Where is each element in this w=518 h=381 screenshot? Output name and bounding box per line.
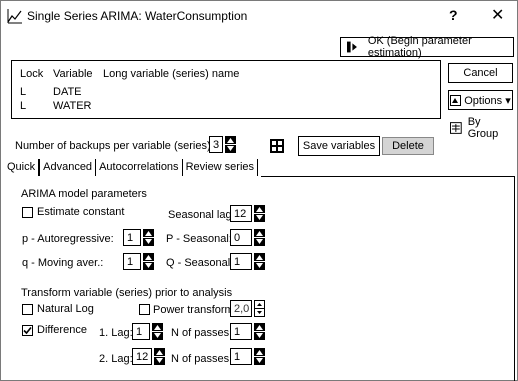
q-value[interactable]: 1: [123, 253, 141, 270]
row-variable[interactable]: DATE: [53, 86, 82, 98]
difference-checkbox[interactable]: [22, 325, 33, 336]
Q-seasonal-spinner[interactable]: 1: [230, 253, 265, 270]
tab-quick[interactable]: Quick: [4, 159, 41, 176]
passes1-spinner[interactable]: 1: [230, 323, 265, 340]
ok-label: OK (Begin parameter estimation): [367, 35, 472, 59]
P-seasonal-label: P - Seasonal:: [166, 233, 232, 245]
title-bar: Single Series ARIMA: WaterConsumption ? …: [1, 1, 517, 31]
bygroup-button[interactable]: By Group: [448, 116, 513, 140]
passes2-value[interactable]: 1: [230, 348, 252, 365]
spin-arrows-icon[interactable]: [154, 348, 165, 365]
tab-review-series[interactable]: Review series: [183, 159, 259, 176]
spin-arrows-icon[interactable]: [143, 229, 154, 246]
chart-icon: [7, 9, 22, 24]
Q-seasonal-value[interactable]: 1: [230, 253, 252, 270]
options-button[interactable]: Options ▾: [448, 90, 513, 110]
group-icon: [450, 122, 462, 134]
tab-divider: [261, 176, 515, 177]
tab-autocorrelations[interactable]: Autocorrelations: [96, 159, 183, 176]
estimate-constant-checkbox[interactable]: [22, 207, 33, 218]
spin-arrows-icon[interactable]: [254, 323, 265, 340]
seasonal-lag-spinner[interactable]: 12: [230, 205, 265, 222]
lag1-spinner[interactable]: 1: [132, 323, 163, 340]
col-header-variable: Variable: [53, 68, 93, 80]
window-title: Single Series ARIMA: WaterConsumption: [27, 9, 248, 23]
help-button[interactable]: ?: [449, 7, 458, 23]
options-icon: [450, 94, 462, 106]
power-transform-label: Power transform:: [153, 304, 237, 316]
spin-arrows-icon[interactable]: [152, 323, 163, 340]
run-icon: [347, 41, 357, 53]
P-seasonal-value[interactable]: 0: [230, 229, 252, 246]
p-label: p - Autoregressive:: [22, 233, 114, 245]
p-value[interactable]: 1: [123, 229, 141, 246]
options-label: Options ▾: [464, 94, 511, 107]
spin-arrows-icon[interactable]: [254, 253, 265, 270]
spin-arrows-icon[interactable]: [254, 205, 265, 222]
spin-arrows-icon[interactable]: [254, 229, 265, 246]
cancel-label: Cancel: [463, 67, 498, 79]
cancel-button[interactable]: Cancel: [448, 63, 513, 83]
save-variables-label: Save variables: [302, 140, 376, 152]
close-button[interactable]: ✕: [491, 5, 504, 25]
passes1-value[interactable]: 1: [230, 323, 252, 340]
tab-strip: Quick Advanced Autocorrelations Review s…: [4, 159, 259, 176]
arima-dialog: Single Series ARIMA: WaterConsumption ? …: [0, 0, 518, 381]
q-spinner[interactable]: 1: [123, 253, 154, 270]
natural-log-label: Natural Log: [37, 303, 94, 315]
spin-arrows-icon[interactable]: [143, 253, 154, 270]
seasonal-lag-label: Seasonal lag:: [168, 209, 235, 221]
spin-arrows-icon[interactable]: [254, 348, 265, 365]
backups-label: Number of backups per variable (series):: [15, 140, 214, 152]
natural-log-checkbox[interactable]: [22, 304, 33, 315]
Q-seasonal-label: Q - Seasonal:: [166, 257, 234, 269]
tab-advanced[interactable]: Advanced: [40, 159, 97, 176]
seasonal-lag-value[interactable]: 12: [230, 205, 252, 222]
checkmark-icon: [23, 326, 32, 335]
lag2-label: 2. Lag:: [99, 353, 133, 365]
lag1-label: 1. Lag:: [99, 327, 133, 339]
row-lock: L: [20, 86, 27, 98]
col-header-long-name: Long variable (series) name: [103, 68, 240, 80]
save-variables-button[interactable]: Save variables: [270, 136, 380, 156]
passes2-label: N of passes:: [171, 353, 233, 365]
grid-icon: [270, 139, 284, 153]
variable-list[interactable]: Lock Variable Long variable (series) nam…: [11, 60, 441, 119]
transform-section-title: Transform variable (series) prior to ana…: [21, 287, 233, 299]
save-variables-box: Save variables: [298, 136, 380, 156]
q-label: q - Moving aver.:: [22, 257, 104, 269]
difference-label: Difference: [37, 324, 87, 336]
power-transform-checkbox[interactable]: [139, 304, 150, 315]
backups-spinner[interactable]: 3: [209, 136, 236, 153]
p-spinner[interactable]: 1: [123, 229, 154, 246]
passes1-label: N of passes:: [171, 327, 233, 339]
backups-value[interactable]: 3: [209, 136, 223, 153]
lag2-value[interactable]: 12: [132, 348, 152, 365]
power-transform-value[interactable]: 2,0: [230, 300, 252, 317]
arima-section-title: ARIMA model parameters: [21, 188, 147, 200]
lag1-value[interactable]: 1: [132, 323, 150, 340]
delete-label: Delete: [392, 140, 424, 152]
power-transform-spinner[interactable]: 2,0: [230, 300, 265, 317]
col-header-lock: Lock: [20, 68, 44, 80]
passes2-spinner[interactable]: 1: [230, 348, 265, 365]
spin-arrows-icon[interactable]: [254, 300, 265, 317]
P-seasonal-spinner[interactable]: 0: [230, 229, 265, 246]
row-variable[interactable]: WATER: [53, 100, 92, 112]
row-lock: L: [20, 100, 27, 112]
lag2-spinner[interactable]: 12: [132, 348, 165, 365]
panel-border: [514, 176, 515, 381]
ok-button[interactable]: OK (Begin parameter estimation): [340, 35, 514, 59]
estimate-constant-label: Estimate constant: [37, 206, 125, 218]
spin-arrows-icon[interactable]: [225, 136, 236, 153]
bygroup-label: By Group: [467, 116, 499, 140]
delete-button[interactable]: Delete: [382, 137, 434, 155]
